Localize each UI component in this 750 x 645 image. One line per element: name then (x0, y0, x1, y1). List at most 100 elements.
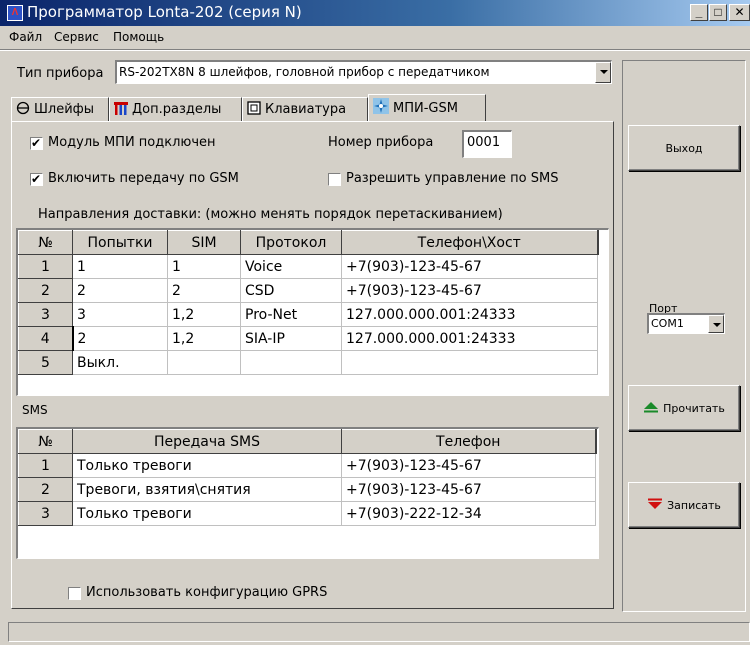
table-row[interactable]: 1 Только тревоги +7(903)-123-45-67 (18, 453, 596, 478)
table-cell[interactable]: +7(903)-222-12-34 (341, 501, 596, 526)
tab-keyboard[interactable]: Клавиатура (242, 97, 368, 121)
directions-grid[interactable]: № Попытки SIM Протокол Телефон\Хост 1 1 … (16, 228, 609, 396)
table-cell[interactable]: Тревоги, взятия\снятия (72, 477, 342, 502)
menu-help[interactable]: Помощь (113, 30, 164, 44)
table-cell[interactable]: 127.000.000.001:24333 (341, 302, 598, 327)
read-button-label: Прочитать (663, 401, 725, 415)
directions-caption: Направления доставки: (можно менять поря… (38, 207, 503, 222)
table-row[interactable]: 2 2 2 CSD +7(903)-123-45-67 (18, 278, 598, 303)
write-button[interactable]: Записать (628, 482, 740, 528)
module-connected-label: Модуль МПИ подключен (48, 135, 216, 150)
maximize-icon[interactable]: □ (709, 4, 727, 21)
directions-header-row: № Попытки SIM Протокол Телефон\Хост (18, 230, 599, 255)
table-cell[interactable]: 2 (72, 278, 168, 303)
chevron-down-icon[interactable] (708, 315, 724, 333)
tab-label: Клавиатура (265, 102, 347, 117)
table-cell[interactable]: Только тревоги (72, 453, 342, 478)
device-number-label: Номер прибора (328, 135, 434, 150)
table-cell[interactable]: 1,2 (167, 302, 241, 327)
exit-button-label: Выход (665, 141, 703, 155)
table-row[interactable]: 3 3 1,2 Pro-Net 127.000.000.001:24333 (18, 302, 598, 327)
table-cell[interactable]: +7(903)-123-45-67 (341, 477, 596, 502)
table-cell[interactable] (240, 350, 342, 375)
column-header[interactable]: Попытки (72, 230, 168, 255)
table-cell[interactable] (341, 350, 598, 375)
row-number[interactable]: 4 (18, 326, 73, 351)
chevron-down-icon[interactable] (595, 62, 611, 83)
minimize-icon[interactable]: _ (690, 4, 708, 21)
gsm-icon (373, 98, 389, 118)
column-header[interactable]: № (18, 429, 73, 454)
column-header[interactable]: Передача SMS (72, 429, 342, 454)
status-bar (8, 622, 750, 642)
column-header[interactable]: Телефон (341, 429, 597, 454)
close-icon[interactable]: ✕ (729, 4, 750, 21)
menu-file[interactable]: Файл (9, 30, 42, 44)
write-button-label: Записать (667, 498, 721, 512)
table-cell[interactable]: 1,2 (167, 326, 241, 351)
sms-control-label: Разрешить управление по SMS (346, 171, 559, 186)
table-row[interactable]: 1 1 1 Voice +7(903)-123-45-67 (18, 254, 598, 279)
row-number[interactable]: 5 (18, 350, 73, 375)
tab-panel-mpi-gsm: Модуль МПИ подключен Номер прибора 0001 … (11, 121, 614, 609)
down-triangle-icon (647, 498, 663, 513)
title-bar[interactable]: Λ Программатор Lonta-202 (серия N) _ □ ✕ (0, 0, 750, 26)
tab-loops[interactable]: Шлейфы (11, 97, 109, 121)
row-number[interactable]: 3 (18, 501, 73, 526)
keyboard-icon (247, 101, 261, 119)
gsm-transfer-checkbox[interactable] (30, 171, 43, 187)
table-row[interactable]: 5 Выкл. (18, 350, 598, 375)
app-window: Λ Программатор Lonta-202 (серия N) _ □ ✕… (0, 0, 750, 645)
loops-icon (16, 101, 30, 119)
port-value: COM1 (651, 317, 684, 330)
row-number[interactable]: 2 (18, 477, 73, 502)
exit-button[interactable]: Выход (628, 125, 740, 171)
row-number[interactable]: 3 (18, 302, 73, 327)
gprs-label: Использовать конфигурацию GPRS (86, 585, 328, 600)
menu-service[interactable]: Сервис (54, 30, 99, 44)
tab-extra-sections[interactable]: Доп.разделы (109, 97, 242, 121)
module-connected-checkbox[interactable] (30, 135, 43, 151)
up-triangle-icon (643, 401, 659, 416)
table-cell[interactable]: +7(903)-123-45-67 (341, 453, 596, 478)
table-cell[interactable]: CSD (240, 278, 342, 303)
table-cell[interactable]: 1 (167, 254, 241, 279)
table-cell[interactable] (167, 350, 241, 375)
port-select[interactable]: COM1 (647, 313, 725, 334)
column-header[interactable]: Протокол (240, 230, 342, 255)
column-header[interactable]: SIM (167, 230, 241, 255)
row-number[interactable]: 2 (18, 278, 73, 303)
table-cell[interactable]: +7(903)-123-45-67 (341, 278, 598, 303)
table-cell[interactable]: +7(903)-123-45-67 (341, 254, 598, 279)
table-cell[interactable]: 127.000.000.001:24333 (341, 326, 598, 351)
table-cell[interactable]: Pro-Net (240, 302, 342, 327)
menu-divider (0, 49, 750, 51)
sms-control-checkbox[interactable] (328, 173, 341, 186)
table-cell[interactable]: Выкл. (72, 350, 168, 375)
tab-label: Доп.разделы (132, 102, 222, 117)
read-button[interactable]: Прочитать (628, 385, 740, 431)
gprs-checkbox[interactable] (68, 587, 81, 600)
table-cell[interactable]: 1 (72, 254, 168, 279)
device-type-select[interactable]: RS-202TX8N 8 шлейфов, головной прибор с … (115, 60, 612, 84)
column-header[interactable]: № (18, 230, 73, 255)
column-header[interactable]: Телефон\Хост (341, 230, 599, 255)
tab-mpi-gsm[interactable]: МПИ-GSM (368, 94, 486, 121)
table-cell[interactable]: 2 (167, 278, 241, 303)
table-cell[interactable]: 2 (71, 326, 168, 351)
window-title: Программатор Lonta-202 (серия N) (27, 3, 302, 21)
tab-label: Шлейфы (34, 102, 95, 117)
row-number[interactable]: 1 (18, 254, 73, 279)
table-row[interactable]: 2 Тревоги, взятия\снятия +7(903)-123-45-… (18, 477, 596, 502)
sections-icon (114, 101, 128, 119)
table-row[interactable]: 4 2 1,2 SIA-IP 127.000.000.001:24333 (18, 326, 598, 351)
device-number-field[interactable]: 0001 (462, 130, 512, 158)
table-cell[interactable]: Voice (240, 254, 342, 279)
table-row[interactable]: 3 Только тревоги +7(903)-222-12-34 (18, 501, 596, 526)
table-cell[interactable]: SIA-IP (240, 326, 342, 351)
table-cell[interactable]: Только тревоги (72, 501, 342, 526)
table-cell[interactable]: 3 (72, 302, 168, 327)
app-logo-icon[interactable]: Λ (7, 5, 23, 21)
sms-grid[interactable]: № Передача SMS Телефон 1 Только тревоги … (16, 427, 599, 559)
row-number[interactable]: 1 (18, 453, 73, 478)
